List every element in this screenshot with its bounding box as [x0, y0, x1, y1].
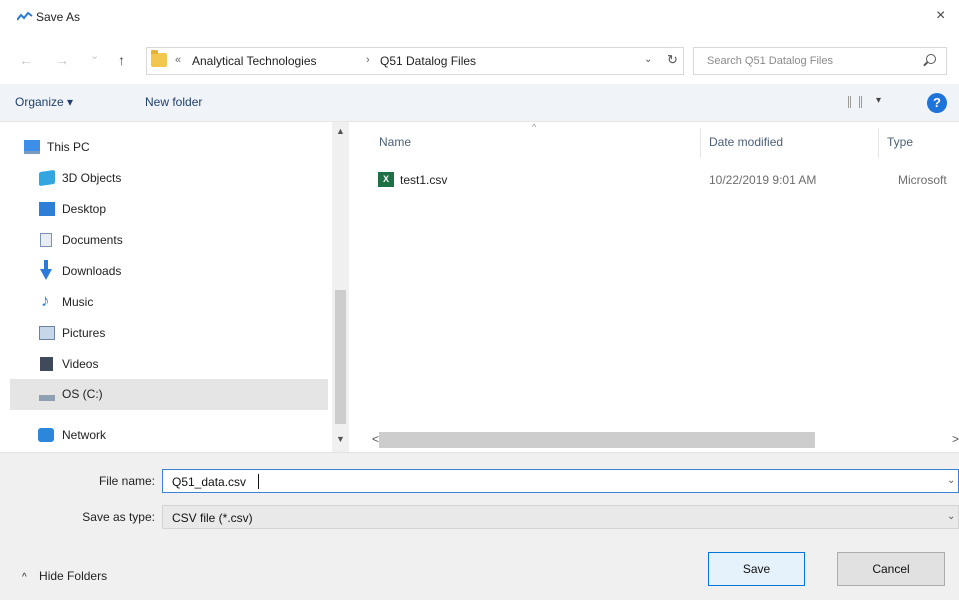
file-name-dropdown-icon[interactable]: ⌄: [947, 475, 955, 486]
network-icon: [38, 428, 54, 442]
column-header-date-modified[interactable]: Date modified: [709, 135, 783, 149]
column-divider[interactable]: [878, 128, 879, 158]
nav-label: This PC: [47, 140, 90, 154]
save-as-app-icon: [17, 12, 33, 21]
recent-locations-icon[interactable]: ⌄: [90, 49, 99, 62]
pictures-icon: [39, 326, 55, 340]
nav-item-music[interactable]: ♪ Music: [10, 287, 328, 318]
folder-icon: [151, 50, 167, 67]
scroll-thumb[interactable]: [335, 290, 346, 424]
cancel-button[interactable]: Cancel: [837, 552, 945, 586]
nav-item-documents[interactable]: Documents: [10, 225, 328, 256]
this-pc-icon: [24, 140, 40, 154]
scroll-up-icon[interactable]: ▲: [336, 126, 345, 136]
view-options-icon[interactable]: [848, 96, 862, 108]
new-folder-button[interactable]: New folder: [145, 95, 202, 109]
file-horizontal-scrollbar[interactable]: < >: [362, 430, 959, 450]
videos-icon: [40, 357, 53, 371]
nav-label: OS (C:): [62, 387, 103, 401]
nav-label: Music: [62, 295, 94, 309]
nav-item-videos[interactable]: Videos: [10, 349, 328, 380]
nav-label: Documents: [62, 233, 123, 247]
scroll-right-icon[interactable]: >: [952, 432, 959, 446]
nav-label: Desktop: [62, 202, 107, 216]
nav-vertical-scrollbar[interactable]: ▲ ▼: [332, 122, 349, 452]
column-header-name[interactable]: Name: [379, 135, 411, 149]
drive-icon: [39, 395, 55, 401]
column-header-type[interactable]: Type: [887, 135, 913, 149]
save-button[interactable]: Save: [708, 552, 805, 586]
title-bar: Save As ×: [0, 0, 959, 34]
navigation-pane: This PC 3D Objects Desktop Documents Dow…: [0, 122, 350, 452]
column-divider[interactable]: [700, 128, 701, 158]
hide-folders-toggle[interactable]: ^ Hide Folders: [22, 569, 107, 583]
nav-label: Network: [62, 428, 107, 442]
save-type-select[interactable]: CSV file (*.csv) ⌄: [162, 505, 959, 529]
address-dropdown-icon[interactable]: ⌄: [644, 54, 652, 65]
nav-label: Downloads: [62, 264, 122, 278]
nav-label: Videos: [62, 357, 99, 371]
text-caret: [258, 474, 259, 489]
nav-item-desktop[interactable]: Desktop: [10, 194, 328, 225]
breadcrumb-analytical-technologies[interactable]: Analytical Technologies: [192, 54, 317, 68]
nav-item-pictures[interactable]: Pictures: [10, 318, 328, 349]
save-panel: File name: Q51_data.csv ⌄ Save as type: …: [0, 452, 959, 600]
nav-label: Pictures: [62, 326, 106, 340]
organize-menu[interactable]: Organize ▾: [15, 95, 73, 109]
breadcrumb-separator-icon[interactable]: ›: [366, 54, 370, 66]
nav-item-os-c[interactable]: OS (C:): [10, 379, 328, 410]
search-placeholder[interactable]: Search Q51 Datalog Files: [707, 55, 833, 67]
nav-label: 3D Objects: [62, 171, 122, 185]
sort-ascending-icon: ^: [532, 122, 537, 132]
save-type-value[interactable]: CSV file (*.csv): [172, 511, 253, 525]
scroll-down-icon[interactable]: ▼: [336, 434, 345, 444]
refresh-icon[interactable]: ↻: [667, 52, 678, 68]
breadcrumb-q51-datalog-files[interactable]: Q51 Datalog Files: [380, 54, 476, 68]
horizontal-scroll-thumb[interactable]: [379, 432, 815, 448]
chevron-up-icon: ^: [22, 572, 27, 583]
file-name-value[interactable]: Q51_data.csv: [172, 475, 246, 489]
nav-item-this-pc[interactable]: This PC: [10, 132, 328, 163]
overflow-chevron[interactable]: «: [175, 54, 181, 66]
address-bar[interactable]: « Analytical Technologies › Q51 Datalog …: [146, 47, 684, 75]
view-dropdown-icon[interactable]: ▾: [876, 95, 881, 106]
file-list-pane: ^ Name Date modified Type X test1.csv 10…: [350, 122, 959, 452]
search-box[interactable]: Search Q51 Datalog Files: [693, 47, 947, 75]
scroll-left-icon[interactable]: <: [372, 432, 379, 446]
downloads-icon: [40, 260, 52, 280]
address-row: ← → ⌄ ↑ « Analytical Technologies › Q51 …: [0, 42, 959, 78]
search-icon[interactable]: [926, 54, 936, 64]
close-icon[interactable]: ×: [936, 7, 945, 25]
file-name-input[interactable]: Q51_data.csv ⌄: [162, 469, 959, 493]
desktop-icon: [39, 202, 55, 216]
documents-icon: [40, 233, 52, 247]
file-type: Microsoft: [898, 173, 947, 187]
excel-csv-icon: X: [378, 172, 394, 187]
forward-arrow-icon[interactable]: →: [55, 52, 69, 68]
file-name-label: File name:: [98, 474, 155, 488]
window-title: Save As: [36, 10, 81, 24]
3d-objects-icon: [39, 169, 55, 187]
back-arrow-icon[interactable]: ←: [19, 52, 33, 68]
hide-folders-label: Hide Folders: [39, 569, 108, 583]
help-icon[interactable]: ?: [927, 93, 947, 113]
up-arrow-icon[interactable]: ↑: [118, 52, 125, 68]
nav-item-downloads[interactable]: Downloads: [10, 256, 328, 287]
nav-item-3d-objects[interactable]: 3D Objects: [10, 163, 328, 194]
file-name[interactable]: test1.csv: [400, 173, 447, 187]
file-date-modified: 10/22/2019 9:01 AM: [709, 173, 817, 187]
command-bar: Organize ▾ New folder ▾ ?: [0, 84, 959, 122]
music-icon: ♪: [41, 291, 50, 310]
save-type-label: Save as type:: [82, 510, 155, 524]
nav-item-network[interactable]: Network: [10, 420, 328, 451]
save-type-dropdown-icon[interactable]: ⌄: [947, 511, 955, 522]
